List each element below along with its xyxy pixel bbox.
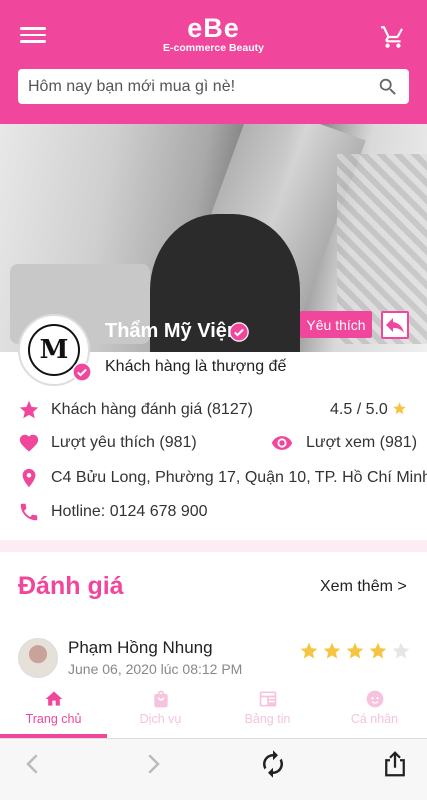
review-star-icon xyxy=(300,642,318,659)
app-logo[interactable]: eBe E-commerce Beauty xyxy=(0,14,427,54)
share-button[interactable] xyxy=(381,311,409,339)
star-icon xyxy=(19,400,39,419)
eye-icon xyxy=(271,436,293,450)
verified-icon xyxy=(229,322,249,342)
review-stars xyxy=(299,641,414,661)
reviewer-name: Phạm Hồng Nhung xyxy=(68,638,213,657)
likes-label: Lượt yêu thích (981) xyxy=(51,434,197,451)
tab-services-label: Dịch vụ xyxy=(139,712,182,726)
reviewer-avatar[interactable] xyxy=(18,638,58,678)
hotline-text: Hotline: 0124 678 900 xyxy=(51,503,208,520)
bottom-tab-bar: Trang chủ Dịch vụ Bảng tin Cá nhân xyxy=(0,686,427,738)
search-icon[interactable] xyxy=(377,76,399,98)
tab-profile-label: Cá nhân xyxy=(350,712,399,726)
logo-tagline: E-commerce Beauty xyxy=(163,42,264,54)
reviews-title: Đánh giá xyxy=(18,572,124,600)
share-icon[interactable] xyxy=(380,749,410,779)
tab-profile[interactable]: Cá nhân xyxy=(321,686,427,738)
verified-badge-icon xyxy=(72,362,92,382)
heart-icon xyxy=(19,434,39,452)
news-icon xyxy=(259,691,276,707)
tab-home-label: Trang chủ xyxy=(25,712,82,726)
refresh-icon[interactable] xyxy=(258,749,288,779)
section-divider xyxy=(0,540,427,552)
review-star-icon xyxy=(346,642,364,659)
tab-services[interactable]: Dịch vụ xyxy=(107,686,214,738)
tab-home[interactable]: Trang chủ xyxy=(0,686,107,738)
address-text: C4 Bửu Long, Phường 17, Quận 10, TP. Hồ … xyxy=(51,469,427,486)
shop-name: Thẩm Mỹ Viện xyxy=(105,320,240,342)
logo-brand: eBe xyxy=(187,13,240,43)
rating-score-text: 4.5 / 5.0 xyxy=(330,401,388,418)
rating-count-label: Khách hàng đánh giá (8127) xyxy=(51,401,253,418)
review-star-icon xyxy=(392,642,410,659)
rating-score: 4.5 / 5.0 xyxy=(330,399,407,421)
home-icon xyxy=(45,691,62,706)
rating-star-icon xyxy=(393,402,407,415)
bag-icon xyxy=(153,690,168,708)
favorite-button[interactable]: Yêu thích xyxy=(300,311,372,338)
app-header: eBe E-commerce Beauty xyxy=(0,0,427,124)
search-bar xyxy=(18,69,409,104)
location-pin-icon xyxy=(22,468,36,488)
share-arrow-icon xyxy=(386,318,404,333)
views-label: Lượt xem (981) xyxy=(306,434,418,451)
tab-news[interactable]: Bảng tin xyxy=(214,686,321,738)
forward-arrow-icon[interactable] xyxy=(138,749,168,779)
review-star-icon xyxy=(369,642,387,659)
phone-icon xyxy=(20,503,38,521)
cart-icon[interactable] xyxy=(379,24,407,50)
review-star-icon xyxy=(323,642,341,659)
back-arrow-icon[interactable] xyxy=(18,749,48,779)
tab-news-label: Bảng tin xyxy=(244,712,291,726)
see-more-link[interactable]: Xem thêm > xyxy=(320,578,407,596)
face-icon xyxy=(366,690,383,708)
review-date: June 06, 2020 lúc 08:12 PM xyxy=(68,661,243,677)
shop-slogan: Khách hàng là thượng đế xyxy=(105,358,287,375)
browser-toolbar xyxy=(0,738,427,800)
search-input[interactable] xyxy=(18,69,358,104)
shop-avatar[interactable]: M xyxy=(18,314,92,386)
